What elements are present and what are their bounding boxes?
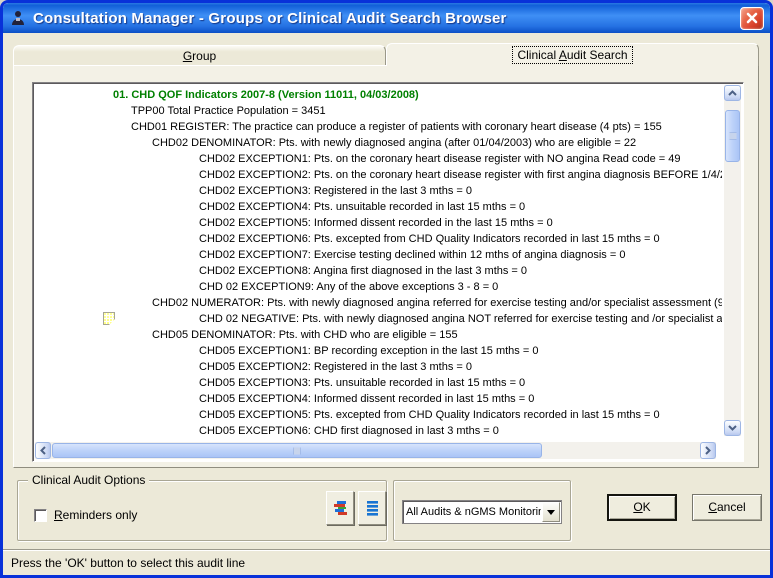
scroll-right-button[interactable] — [700, 442, 716, 459]
audit-line[interactable]: CHD02 EXCEPTION4: Pts. unsuitable record… — [35, 199, 722, 215]
chevron-down-icon — [547, 510, 555, 515]
audit-line[interactable]: CHD05 EXCEPTION5: Pts. excepted from CHD… — [35, 407, 722, 423]
audit-line[interactable]: TPP00 Total Practice Population = 3451 — [35, 103, 722, 119]
audit-line[interactable]: CHD02 EXCEPTION3: Registered in the last… — [35, 183, 722, 199]
audit-line-text: 01. CHD QOF Indicators 2007-8 (Version 1… — [113, 89, 419, 101]
hierarchy-view-button[interactable] — [326, 491, 354, 525]
audit-line[interactable]: CHD01 REGISTER: The practice can produce… — [35, 119, 722, 135]
audit-line[interactable]: CHD05 EXCEPTION3: Pts. unsuitable record… — [35, 375, 722, 391]
audit-line-text: CHD02 EXCEPTION3: Registered in the last… — [199, 185, 472, 197]
audit-line[interactable]: CHD 02 EXCEPTION9: Any of the above exce… — [35, 279, 722, 295]
close-icon — [746, 12, 758, 24]
vertical-scrollbar[interactable] — [724, 85, 741, 436]
audit-line-text: CHD05 DENOMINATOR: Pts. with CHD who are… — [152, 329, 458, 341]
note-icon — [103, 312, 115, 325]
audit-line[interactable]: CHD02 EXCEPTION7: Exercise testing decli… — [35, 247, 722, 263]
audit-listbox: 01. CHD QOF Indicators 2007-8 (Version 1… — [32, 82, 744, 462]
audit-line[interactable]: CHD02 EXCEPTION5: Informed dissent recor… — [35, 215, 722, 231]
close-button[interactable] — [740, 7, 764, 30]
audit-line-text: CHD02 EXCEPTION1: Pts. on the coronary h… — [199, 153, 681, 165]
audit-line[interactable]: 01. CHD QOF Indicators 2007-8 (Version 1… — [35, 87, 722, 103]
audit-line-text: CHD02 NUMERATOR: Pts. with newly diagnos… — [152, 297, 722, 309]
audit-line-text: CHD02 EXCEPTION8: Angina first diagnosed… — [199, 265, 527, 277]
audit-line-text: CHD02 EXCEPTION4: Pts. unsuitable record… — [199, 201, 525, 213]
chevron-down-icon — [728, 425, 737, 431]
tab-clinical-audit-search-label: Clinical Audit Search — [513, 47, 631, 63]
status-bar: Press the 'OK' button to select this aud… — [3, 549, 770, 575]
cancel-button[interactable]: Cancel — [692, 494, 762, 521]
list-view-icon — [364, 500, 381, 517]
audit-line[interactable]: CHD02 EXCEPTION8: Angina first diagnosed… — [35, 263, 722, 279]
tab-clinical-audit-search[interactable]: Clinical Audit Search — [386, 43, 759, 66]
audit-line-text: CHD 02 NEGATIVE: Pts. with newly diagnos… — [199, 313, 722, 325]
audit-line[interactable]: CHD02 EXCEPTION2: Pts. on the coronary h… — [35, 167, 722, 183]
audit-line[interactable]: CHD02 DENOMINATOR: Pts. with newly diagn… — [35, 135, 722, 151]
dropdown-button[interactable] — [542, 502, 560, 522]
status-message: Press the 'OK' button to select this aud… — [11, 556, 245, 570]
horizontal-scroll-thumb[interactable] — [52, 443, 542, 458]
dialog-window: Consultation Manager - Groups or Clinica… — [0, 0, 773, 578]
audit-line[interactable]: CHD02 EXCEPTION6: Pts. excepted from CHD… — [35, 231, 722, 247]
thumb-grip — [729, 133, 736, 140]
audit-line-text: CHD02 EXCEPTION2: Pts. on the coronary h… — [199, 169, 722, 181]
audit-line-text: CHD05 EXCEPTION2: Registered in the last… — [199, 361, 472, 373]
window-title: Consultation Manager - Groups or Clinica… — [33, 10, 740, 27]
audit-line-text: CHD05 EXCEPTION6: CHD first diagnosed in… — [199, 425, 499, 437]
clinical-audit-options-group: Clinical Audit Options Reminders only — [17, 480, 387, 541]
audit-line-text: TPP00 Total Practice Population = 3451 — [131, 105, 326, 117]
audit-line-text: CHD05 EXCEPTION5: Pts. excepted from CHD… — [199, 409, 660, 421]
reminders-only-option[interactable]: Reminders only — [34, 508, 137, 522]
audit-line[interactable]: CHD05 EXCEPTION1: BP recording exception… — [35, 343, 722, 359]
scroll-down-button[interactable] — [724, 420, 741, 436]
vertical-scroll-thumb[interactable] — [725, 110, 740, 162]
hierarchy-view-icon — [332, 500, 349, 517]
thumb-grip — [294, 447, 301, 454]
chevron-right-icon — [705, 446, 711, 455]
tab-page: 01. CHD QOF Indicators 2007-8 (Version 1… — [13, 65, 759, 468]
ok-button[interactable]: OK — [607, 494, 677, 521]
chevron-left-icon — [40, 446, 46, 455]
scroll-up-button[interactable] — [724, 85, 741, 101]
audit-line-text: CHD05 EXCEPTION4: Informed dissent recor… — [199, 393, 534, 405]
reminders-only-label: Reminders only — [54, 508, 137, 522]
audit-line[interactable]: CHD02 EXCEPTION1: Pts. on the coronary h… — [35, 151, 722, 167]
audit-line-text: CHD02 EXCEPTION6: Pts. excepted from CHD… — [199, 233, 660, 245]
audit-line-text: CHD 02 EXCEPTION9: Any of the above exce… — [199, 281, 498, 293]
audit-filter-group: All Audits & nGMS Monitoring — [393, 480, 571, 541]
audit-line[interactable]: CHD05 DENOMINATOR: Pts. with CHD who are… — [35, 327, 722, 343]
app-icon — [9, 9, 27, 27]
audit-line[interactable]: CHD05 EXCEPTION4: Informed dissent recor… — [35, 391, 722, 407]
reminders-only-checkbox[interactable] — [34, 509, 47, 522]
tab-group-label: Group — [179, 48, 220, 64]
audit-list: 01. CHD QOF Indicators 2007-8 (Version 1… — [35, 87, 722, 439]
audit-filter-value: All Audits & nGMS Monitoring — [403, 506, 541, 518]
audit-line-text: CHD05 EXCEPTION3: Pts. unsuitable record… — [199, 377, 525, 389]
audit-line[interactable]: CHD05 EXCEPTION6: CHD first diagnosed in… — [35, 423, 722, 439]
audit-line-text: CHD02 EXCEPTION5: Informed dissent recor… — [199, 217, 553, 229]
audit-line[interactable]: CHD05 EXCEPTION2: Registered in the last… — [35, 359, 722, 375]
horizontal-scrollbar[interactable] — [35, 442, 716, 459]
titlebar: Consultation Manager - Groups or Clinica… — [3, 3, 770, 33]
chevron-up-icon — [728, 90, 737, 96]
group-label: Clinical Audit Options — [28, 473, 149, 487]
tab-group[interactable]: Group — [13, 45, 386, 65]
audit-line-text: CHD02 DENOMINATOR: Pts. with newly diagn… — [152, 137, 636, 149]
audit-line[interactable]: CHD 02 NEGATIVE: Pts. with newly diagnos… — [35, 311, 722, 327]
audit-filter-dropdown[interactable]: All Audits & nGMS Monitoring — [402, 500, 562, 524]
audit-line-text: CHD01 REGISTER: The practice can produce… — [131, 121, 662, 133]
list-view-button[interactable] — [358, 491, 386, 525]
audit-line-text: CHD02 EXCEPTION7: Exercise testing decli… — [199, 249, 625, 261]
scroll-left-button[interactable] — [35, 442, 51, 459]
audit-line-text: CHD05 EXCEPTION1: BP recording exception… — [199, 345, 538, 357]
audit-line[interactable]: CHD02 NUMERATOR: Pts. with newly diagnos… — [35, 295, 722, 311]
